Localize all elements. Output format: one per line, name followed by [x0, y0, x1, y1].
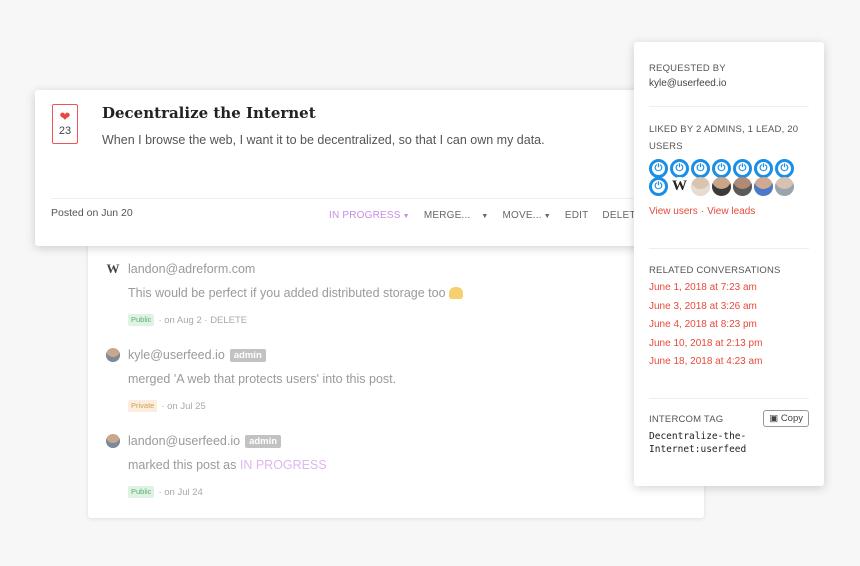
raised-hands-emoji-icon — [448, 287, 463, 299]
avatar[interactable] — [691, 177, 710, 196]
comment-author[interactable]: landon@userfeed.io — [128, 434, 240, 448]
comments-panel: W landon@adreform.com This would be perf… — [88, 236, 704, 518]
visibility-badge: Public — [128, 314, 155, 326]
divider — [51, 198, 649, 199]
comment-author[interactable]: landon@adreform.com — [128, 262, 255, 276]
view-leads-link[interactable]: View leads — [707, 206, 755, 217]
post-description: When I browse the web, I want it to be d… — [102, 133, 545, 147]
copy-button[interactable]: ▣ Copy — [763, 410, 809, 427]
comment-body: This would be perfect if you added distr… — [128, 286, 626, 304]
merge-dropdown[interactable]: MERGE... ▼ — [424, 210, 489, 221]
caret-down-icon: ▼ — [543, 213, 551, 220]
vote-button[interactable]: ❤ 23 — [52, 104, 78, 144]
post-actions: IN PROGRESS ▼ MERGE... ▼ MOVE... ▼ EDIT DE… — [329, 210, 657, 221]
avatar[interactable]: W — [670, 177, 689, 196]
comment-author[interactable]: kyle@userfeed.io — [128, 348, 225, 362]
power-icon[interactable]: ⏻ — [649, 159, 668, 178]
status-text: IN PROGRESS — [239, 458, 327, 472]
posted-date: Posted on Jun 20 — [51, 207, 133, 219]
heart-icon: ❤ — [59, 109, 71, 124]
post-card: ❤ 23 Decentralize the Internet When I br… — [35, 90, 665, 246]
related-conversations-label: RELATED CONVERSATIONS — [649, 265, 781, 276]
caret-down-icon: ▼ — [481, 213, 489, 220]
avatar[interactable] — [733, 177, 752, 196]
avatar — [106, 434, 120, 448]
avatar[interactable] — [754, 177, 773, 196]
avatar: W — [106, 261, 120, 276]
liked-by-label: LIKED BY 2 ADMINS, 1 LEAD, 20 USERS — [649, 124, 799, 152]
intercom-tag-value: Decentralize-the- Internet:userfeed — [649, 431, 747, 455]
power-icon[interactable]: ⏻ — [733, 159, 752, 178]
admin-badge: admin — [245, 434, 282, 448]
comment-meta: · on Jul 24 — [158, 486, 203, 498]
avatar[interactable] — [775, 177, 794, 196]
comment-body: merged 'A web that protects users' into … — [128, 372, 397, 386]
visibility-badge: Private — [128, 400, 158, 412]
requested-by-label: REQUESTED BY — [649, 63, 726, 74]
clipboard-icon: ▣ — [769, 413, 779, 424]
conversation-link[interactable]: June 3, 2018 at 3:26 am — [649, 298, 809, 317]
conversation-link[interactable]: June 4, 2018 at 8:23 pm — [649, 316, 809, 335]
comment-item: W landon@adreform.com This would be perf… — [106, 260, 626, 326]
power-icon[interactable]: ⏻ — [670, 159, 689, 178]
power-icon[interactable]: ⏻ — [691, 159, 710, 178]
conversation-link[interactable]: June 18, 2018 at 4:23 am — [649, 353, 809, 372]
liked-avatars-row-2: ⏻ W — [649, 177, 809, 196]
move-dropdown[interactable]: MOVE... ▼ — [503, 210, 551, 221]
post-sidebar: REQUESTED BY kyle@userfeed.io LIKED BY 2… — [634, 42, 824, 486]
comment-meta[interactable]: · on Aug 2 · DELETE — [158, 315, 247, 326]
power-icon[interactable]: ⏻ — [712, 159, 731, 178]
conversation-link[interactable]: June 10, 2018 at 2:13 pm — [649, 335, 809, 354]
comment-body: marked this post as IN PROGRESS — [128, 458, 327, 472]
comment-meta: · on Jul 25 — [161, 400, 206, 412]
admin-badge: admin — [229, 348, 266, 362]
divider — [649, 398, 809, 399]
status-dropdown[interactable]: IN PROGRESS ▼ — [329, 210, 410, 221]
conversation-link[interactable]: June 1, 2018 at 7:23 am — [649, 279, 809, 298]
comment-item: landon@userfeed.io admin marked this pos… — [106, 432, 626, 498]
liked-avatars-row-1: ⏻ ⏻ ⏻ ⏻ ⏻ ⏻ ⏻ — [649, 159, 809, 178]
divider — [649, 248, 809, 249]
separator: · — [700, 206, 705, 217]
avatar[interactable] — [712, 177, 731, 196]
post-title: Decentralize the Internet — [102, 104, 316, 122]
requested-by-value[interactable]: kyle@userfeed.io — [649, 78, 809, 89]
visibility-badge: Public — [128, 486, 155, 498]
view-users-link[interactable]: View users — [649, 206, 698, 217]
caret-down-icon: ▼ — [402, 213, 410, 220]
power-icon[interactable]: ⏻ — [649, 177, 668, 196]
comment-item: kyle@userfeed.io admin merged 'A web tha… — [106, 346, 626, 412]
power-icon[interactable]: ⏻ — [754, 159, 773, 178]
avatar — [106, 348, 120, 362]
edit-button[interactable]: EDIT — [565, 210, 589, 221]
divider — [649, 106, 809, 107]
power-icon[interactable]: ⏻ — [775, 159, 794, 178]
vote-count: 23 — [58, 125, 72, 137]
